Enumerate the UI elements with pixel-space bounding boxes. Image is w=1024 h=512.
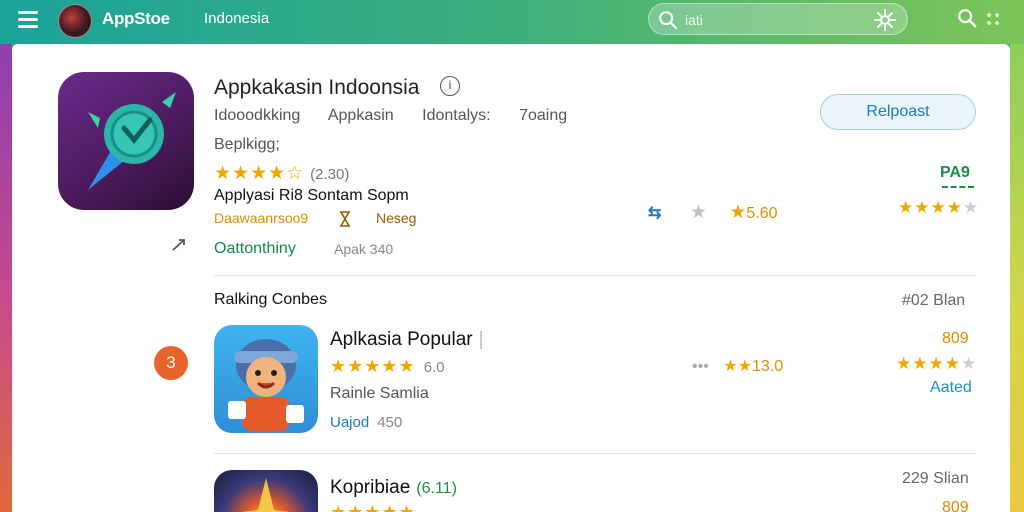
more-options-icon[interactable]	[985, 11, 1001, 27]
app-price: 809	[942, 330, 969, 347]
price-underline	[942, 186, 974, 188]
featured-description: Applyasi Ri8 Sontam Sopm	[214, 187, 409, 204]
tag[interactable]: Idooodkking	[214, 107, 300, 124]
featured-tags: Idooodkking Appkasin Idontalys: 7oaing	[214, 107, 591, 125]
star-icon: ★	[729, 202, 747, 223]
top-bar: AppStoe Indonesia	[0, 0, 1024, 44]
tag[interactable]: 7oaing	[519, 107, 567, 124]
main-card: Appkakasin Indoonsia i Idooodkking Appka…	[12, 44, 1010, 512]
section-title: Ralking Conbes	[214, 291, 327, 308]
featured-right-stars: ★★★★★	[898, 198, 979, 218]
search-input[interactable]	[685, 9, 865, 31]
featured-price: PA9	[940, 164, 970, 181]
app-name: Aplkasia Popular |	[330, 329, 484, 350]
meta-orange-text: Daawaanrsoo9	[214, 210, 309, 226]
size-label: Uajod	[330, 414, 370, 431]
search-icon[interactable]	[956, 7, 978, 29]
app-rating: ★★★★★ 6.0	[330, 356, 445, 377]
search-bar[interactable]	[648, 3, 908, 35]
section-meta: #02 Blan	[902, 292, 966, 309]
star-rating: ★★★★★	[330, 502, 416, 512]
mid-rating-value: 5.60	[746, 205, 778, 222]
info-icon[interactable]: i	[440, 76, 460, 96]
star-rating: ★★★★☆	[214, 163, 305, 184]
app-logo-icon	[58, 4, 92, 38]
featured-rating: ★★★★☆ (2.30)	[214, 162, 349, 185]
star-icon: ★	[960, 354, 978, 373]
featured-app-title: Appkakasin Indoonsia	[214, 76, 420, 99]
contributor-link[interactable]: Oattonthiny	[214, 240, 296, 258]
app-icon[interactable]	[214, 325, 318, 433]
featured-subcategory: Beplkigg;	[214, 136, 280, 153]
added-status[interactable]: Aated	[930, 379, 972, 397]
app-mid-rating: ••• ★★13.0	[692, 356, 783, 376]
app-icon[interactable]	[214, 470, 318, 512]
right-edge-decoration	[1010, 44, 1024, 512]
region-label[interactable]: Indonesia	[204, 10, 269, 27]
app-name: Kopribiae (6.11)	[330, 477, 457, 498]
tag[interactable]: Appkasin	[328, 107, 394, 124]
game-character-icon	[228, 339, 304, 431]
more-icon[interactable]: •••	[692, 358, 709, 375]
starburst-icon	[242, 478, 290, 512]
app-meta: 229 Slian	[902, 470, 969, 487]
featured-app-icon[interactable]	[58, 72, 194, 210]
app-price: 809	[942, 499, 969, 512]
swap-icon[interactable]: ⇆	[648, 205, 661, 222]
star-rating: ★★★★	[898, 198, 963, 217]
gear-icon[interactable]	[873, 8, 897, 32]
contributor-meta: Apak 340	[334, 241, 394, 257]
rank-badge: 3	[154, 346, 188, 380]
size-value: 450	[377, 414, 403, 431]
app-right-stars: ★★★★★	[896, 354, 977, 374]
hourglass-icon	[340, 211, 351, 228]
app-size: Uajod 450	[330, 414, 402, 431]
install-button[interactable]: Relpoast	[820, 94, 976, 130]
featured-meta: Daawaanrsoo9 Neseg	[214, 210, 416, 228]
meta-dark-text: Neseg	[375, 210, 417, 226]
search-icon	[659, 11, 678, 30]
star-rating: ★★★★★	[330, 356, 416, 376]
tag[interactable]: Idontalys:	[422, 107, 490, 124]
share-icon[interactable]	[170, 236, 188, 254]
app-title: AppStoe	[102, 9, 170, 28]
menu-icon[interactable]	[18, 11, 38, 28]
divider	[214, 275, 976, 276]
star-rating: ★★★★	[896, 354, 961, 373]
mid-rating-value: 13.0	[751, 358, 784, 375]
featured-mid-ratings: ⇆ ★ ★5.60	[648, 201, 778, 224]
star-icon: ★★	[723, 358, 752, 375]
star-icon: ★	[689, 202, 707, 223]
star-icon: ★	[962, 198, 980, 217]
divider	[214, 453, 976, 454]
rating-value: 6.0	[423, 359, 445, 376]
app-developer[interactable]: Rainle Samlia	[330, 385, 429, 403]
left-edge-decoration	[0, 44, 12, 512]
rocket-compass-icon	[88, 92, 176, 190]
rating-count: (2.30)	[310, 166, 350, 183]
